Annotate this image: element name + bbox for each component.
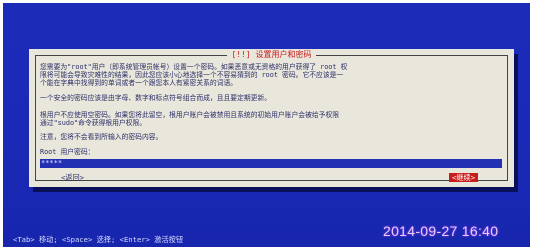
- info-line-2: 限将可能会导致灾难性的结果，因此您应该小心地选择一个不容易猜到的 root 密码…: [40, 71, 344, 79]
- back-button[interactable]: <返回>: [61, 173, 84, 182]
- info-line-1: 您需要为"root"用户（即系统管理员帐号）设置一个密码。如果恶意或无资格的用户…: [40, 63, 348, 71]
- continue-button[interactable]: <继续>: [449, 173, 479, 182]
- dialog-title: [!!] 设置用户和密码: [29, 50, 514, 60]
- info-line-4: 一个安全的密码应该是由字母、数字和标点符号组合而成，且且要定期更新。: [40, 94, 272, 102]
- root-password-input[interactable]: *****: [40, 159, 502, 168]
- keyboard-help-bar: <Tab> 移动; <Space> 选择; <Enter> 激活按钮: [13, 235, 184, 244]
- info-line-5: 根用户不应使用空密码。如果您将此留空，根用户账户会被禁用且系统的初始用户账户会被…: [40, 111, 340, 119]
- info-line-7: 注意，您将不会看到所输入的密码内容。: [40, 133, 163, 141]
- password-dialog: [!!] 设置用户和密码 您需要为"root"用户（即系统管理员帐号）设置一个密…: [29, 49, 514, 187]
- info-line-3: 个能在字典中找得到的单词或者一个跟您本人有紧密关系的词语。: [40, 79, 238, 87]
- installer-screen: [!!] 设置用户和密码 您需要为"root"用户（即系统管理员帐号）设置一个密…: [3, 3, 530, 247]
- photo-timestamp: 2014-09-27 16:40: [383, 223, 499, 239]
- info-line-6: 通过"sudo"命令获得根用户权限。: [40, 119, 147, 127]
- password-label: Root 用户密码：: [40, 148, 95, 156]
